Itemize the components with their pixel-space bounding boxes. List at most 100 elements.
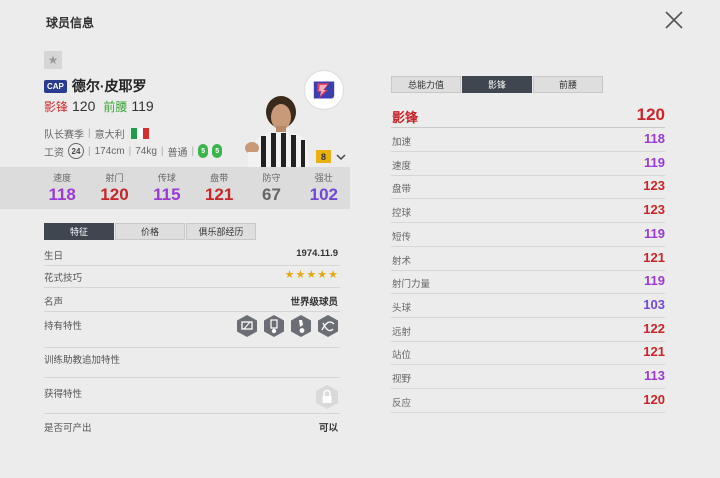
info-tabs: 特征 价格 俱乐部经历 [44, 223, 256, 240]
salary-value: 24 [68, 143, 84, 159]
producible-value: 可以 [318, 423, 338, 434]
trainer-label: 训练助教追加特性 [44, 355, 121, 366]
stat-cell: 射门 120 [88, 167, 140, 209]
trait-free-kick-icon[interactable] [289, 314, 313, 338]
attribute-row: 短传 119 [391, 223, 665, 247]
player-name-row: CAP 德尔·皮耶罗 [44, 76, 147, 96]
tab-second-striker[interactable]: 影锋 [462, 76, 532, 93]
favorite-button[interactable]: ★ [44, 51, 62, 69]
left-foot-rating: 5 [198, 144, 209, 158]
level-dropdown-toggle[interactable] [335, 150, 347, 162]
team-badge [304, 70, 344, 110]
attribute-value: 119 [644, 154, 665, 170]
attribute-row: 加速 118 [391, 128, 665, 152]
close-button[interactable] [662, 8, 686, 32]
season-nation-row: 队长赛季 | 意大利 [44, 126, 149, 141]
weight-value: 74kg [135, 145, 157, 157]
fame-value: 世界级球员 [290, 297, 338, 308]
skill-star-icon: ★ [328, 269, 338, 281]
skill-stars: ★ ★ ★ ★ ★ [285, 270, 338, 281]
stat-label: 传球 [157, 173, 176, 183]
attribute-label: 射门力量 [392, 279, 431, 291]
trait-dribble-icon[interactable] [316, 314, 340, 338]
position-header-value: 120 [636, 105, 665, 124]
secondary-position-value: 119 [131, 98, 154, 114]
trait-penalty-icon[interactable] [262, 314, 286, 338]
stat-cell: 强壮 102 [298, 167, 350, 209]
attribute-label: 头球 [392, 302, 412, 314]
position-header-label: 影锋 [392, 110, 419, 125]
main-position-label: 影锋 [44, 100, 69, 114]
stat-cell: 速度 118 [36, 167, 88, 209]
attribute-row: 盘带 123 [391, 175, 665, 200]
producible-label: 是否可产出 [44, 423, 92, 434]
attribute-value: 119 [644, 225, 665, 241]
lightning-badge-icon [313, 81, 335, 99]
attribute-label: 速度 [392, 160, 412, 172]
birthday-label: 生日 [44, 251, 64, 262]
attribute-label: 远射 [392, 326, 412, 338]
attribute-row: 反应 120 [391, 389, 665, 413]
stat-value: 121 [204, 185, 234, 204]
attribute-row: 速度 119 [391, 152, 665, 176]
skill-star-icon: ★ [284, 269, 295, 281]
traits-label: 持有特性 [44, 321, 83, 332]
tab-club-history[interactable]: 俱乐部经历 [186, 223, 256, 240]
attribute-value: 120 [643, 391, 665, 407]
tab-price[interactable]: 价格 [115, 223, 185, 240]
tab-traits[interactable]: 特征 [44, 223, 114, 240]
birthday-value: 1974.11.9 [296, 248, 338, 259]
attribute-row: 视野 113 [391, 365, 665, 389]
physical-row: 工资 24 | 174cm | 74kg | 普通 | 5 5 [44, 143, 223, 159]
attribute-label: 反应 [392, 397, 412, 409]
chevron-down-icon [336, 154, 346, 161]
stat-value: 102 [309, 185, 338, 204]
attribute-value: 123 [643, 178, 665, 194]
stat-cell: 盘带 121 [193, 167, 245, 209]
fame-label: 名声 [44, 297, 64, 308]
attribute-value: 121 [643, 344, 665, 360]
attribute-value: 103 [643, 296, 665, 312]
attribute-label: 加速 [392, 137, 412, 148]
italy-flag-icon [130, 128, 149, 139]
stat-value: 115 [153, 185, 181, 204]
position-header: 影锋 120 [391, 104, 665, 128]
skill-label: 花式技巧 [44, 273, 83, 284]
tab-attacking-mid[interactable]: 前腰 [533, 76, 603, 93]
info-row-producible: 是否可产出 可以 [44, 420, 340, 438]
close-icon [665, 11, 683, 29]
stat-label: 强壮 [314, 173, 333, 183]
trait-icons [235, 314, 340, 338]
attribute-label: 控球 [392, 208, 412, 220]
position-tabs: 总能力值 影锋 前腰 [391, 76, 604, 93]
salary-label: 工资 [44, 147, 64, 159]
info-row-skill: 花式技巧 ★ ★ ★ ★ ★ [44, 270, 340, 288]
info-row-birthday: 生日 1974.11.9 [44, 248, 340, 266]
stat-cell: 传球 115 [141, 167, 193, 209]
trait-goalkeeper-icon[interactable] [235, 314, 259, 338]
attribute-value: 121 [643, 249, 665, 265]
attribute-row: 控球 123 [391, 199, 665, 224]
attribute-row: 头球 103 [391, 294, 665, 318]
skill-star-icon: ★ [317, 269, 328, 281]
attribute-value: 118 [644, 131, 665, 146]
skill-star-icon: ★ [295, 269, 306, 281]
season-label: 队长赛季 [44, 130, 84, 141]
attribute-value: 119 [644, 273, 665, 289]
attribute-value: 122 [643, 320, 665, 336]
star-icon: ★ [47, 53, 59, 67]
attribute-row: 远射 122 [391, 318, 665, 342]
attribute-label: 短传 [392, 231, 412, 243]
stat-value: 118 [48, 185, 76, 204]
stat-label: 射门 [105, 173, 124, 183]
info-row-fame: 名声 世界级球员 [44, 294, 340, 312]
tab-overall[interactable]: 总能力值 [391, 76, 461, 93]
info-row-traits: 持有特性 [44, 315, 340, 348]
skill-star-icon: ★ [306, 269, 317, 281]
stat-cell: 防守 67 [245, 167, 297, 209]
position-ratings: 影锋 120 前腰 119 [44, 98, 154, 115]
attribute-row: 站位 121 [391, 341, 665, 366]
attribute-value: 113 [644, 368, 665, 383]
stat-label: 防守 [262, 173, 281, 183]
main-position-value: 120 [72, 98, 96, 114]
